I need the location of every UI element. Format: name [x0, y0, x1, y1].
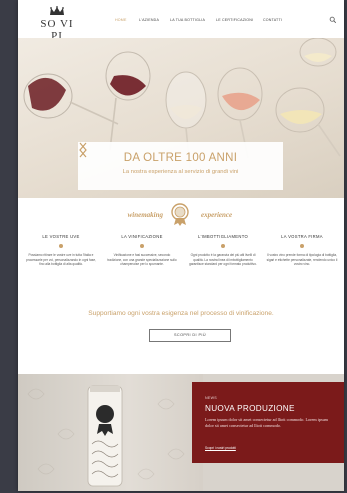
nav-item-home[interactable]: HOME — [115, 18, 127, 22]
news-text: Lorem ipsum dolor sit amet consectetur a… — [205, 417, 328, 428]
feature-title: LE VOSTRE UVE — [42, 234, 80, 239]
feature-uve: LE VOSTRE UVE Possiamo ritirare le vostr… — [21, 234, 101, 267]
experience-left-word: winemaking — [127, 211, 163, 219]
site-header: SO VI PI HOME L'AZIENDA LA TUA BOTTIGLIA… — [18, 0, 344, 42]
feature-vinificazione: LA VINIFICAZIONE Vinificazione e fasi su… — [102, 234, 182, 267]
medal-icon — [171, 203, 189, 226]
nav-item-azienda[interactable]: L'AZIENDA — [139, 18, 159, 22]
feature-title: LA VOSTRA FIRMA — [281, 234, 323, 239]
hero-subtitle: La nostra esperienza al servizio di gran… — [122, 169, 239, 175]
feature-dot — [300, 244, 304, 248]
feature-firma: LA VOSTRA FIRMA Il vostro vino prende fo… — [262, 234, 342, 267]
feature-title: LA VINIFICAZIONE — [121, 234, 163, 239]
news-card: NEWS NUOVA PRODUZIONE Lorem ipsum dolor … — [192, 382, 344, 463]
can-image — [27, 385, 185, 487]
nav-item-contatti[interactable]: CONTATTI — [263, 18, 282, 22]
news-kicker: NEWS — [205, 396, 217, 400]
product-image — [18, 374, 203, 491]
nav-item-certificazioni[interactable]: LE CERTIFICAZIONI — [216, 18, 253, 22]
experience-right-word: experience — [201, 211, 233, 219]
scopri-button[interactable]: SCOPRI DI PIÙ — [149, 329, 231, 342]
tagline: Supportiamo ogni vostra esigenza nel pro… — [88, 310, 274, 317]
feature-text: Il vostro vino prende forma di tipologia… — [266, 253, 338, 267]
winemaking-experience-logo: winemaking experience — [18, 202, 344, 228]
news-section: NEWS NUOVA PRODUZIONE Lorem ipsum dolor … — [18, 374, 344, 491]
chevron-right-icon[interactable] — [78, 142, 88, 158]
crown-icon — [50, 6, 64, 15]
nav-item-bottiglia[interactable]: LA TUA BOTTIGLIA — [170, 18, 205, 22]
news-link[interactable]: Scopri i nostri prodotti — [205, 446, 236, 450]
page: SO VI PI HOME L'AZIENDA LA TUA BOTTIGLIA… — [18, 0, 344, 491]
feature-text: Ogni prodotto è la garanzia dei più alti… — [189, 253, 257, 267]
hero-title: DA OLTRE 100 ANNI — [123, 152, 238, 164]
feature-imbottigliamento: L'IMBOTTIGLIAMENTO Ogni prodotto è la ga… — [183, 234, 263, 267]
logo[interactable]: SO VI PI — [35, 6, 79, 42]
feature-dot — [221, 244, 225, 248]
news-title: NUOVA PRODUZIONE — [205, 404, 295, 413]
hero-slider: DA OLTRE 100 ANNI La nostra esperienza a… — [18, 38, 344, 198]
feature-dot — [59, 244, 63, 248]
hero-caption-card: DA OLTRE 100 ANNI La nostra esperienza a… — [78, 142, 283, 190]
search-icon[interactable] — [329, 16, 337, 24]
feature-text: Vinificazione e fasi successive, secondo… — [107, 253, 177, 267]
feature-text: Possiamo ritirare le vostre uve in tutta… — [26, 253, 96, 267]
feature-dot — [140, 244, 144, 248]
feature-title: L'IMBOTTIGLIAMENTO — [197, 234, 249, 239]
